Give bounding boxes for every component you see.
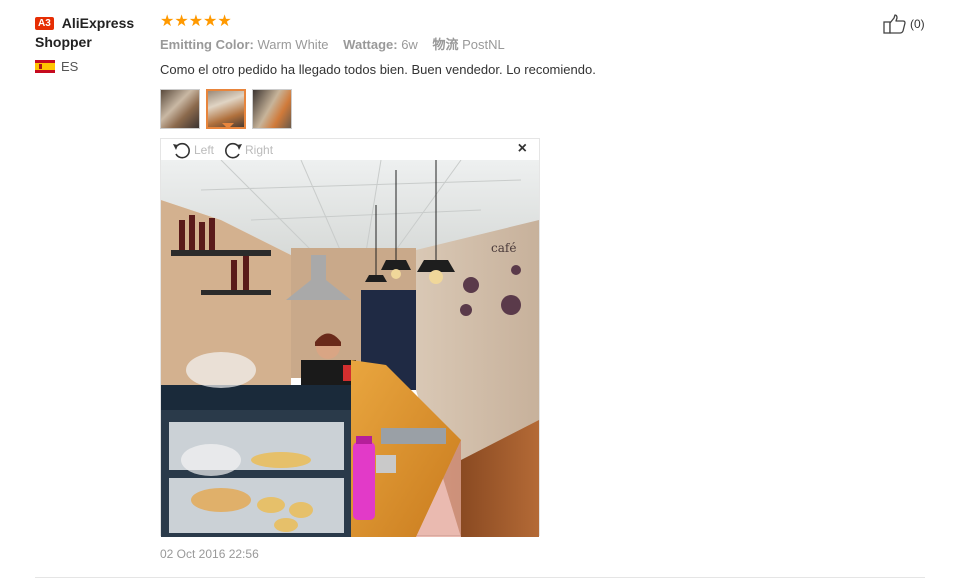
review-thumbnail-1[interactable] [160, 89, 200, 129]
svg-text:café: café [491, 241, 516, 255]
review-thumbnail-3[interactable] [252, 89, 292, 129]
attr-key-wattage: Wattage: [343, 37, 398, 52]
rotate-right-button[interactable]: Right [222, 140, 273, 160]
attr-value-color: Warm White [257, 37, 329, 52]
helpful-button[interactable]: (0) [883, 14, 925, 34]
rotate-left-label: Left [194, 142, 215, 157]
thumbs-up-icon [883, 14, 906, 34]
helpful-count: (0) [910, 17, 925, 31]
attr-value-wattage: 6w [401, 37, 418, 52]
spain-flag-icon [35, 60, 55, 73]
image-viewer-toolbar: Left Right × [161, 139, 539, 160]
review-date: 02 Oct 2016 22:56 [160, 547, 259, 561]
attr-value-shipping: PostNL [462, 37, 505, 52]
rotate-right-label: Right [245, 142, 274, 157]
cafe-photo-image: café [161, 160, 539, 537]
star-rating: ★★★★★ [160, 13, 232, 30]
attr-key-color: Emitting Color: [160, 37, 254, 52]
review-photo: café [161, 160, 539, 537]
reviewer-name-line1: AliExpress [61, 15, 135, 31]
reviewer-info: A3 AliExpress Shopper ES [35, 14, 155, 74]
review-body: ★★★★★ Emitting Color: Warm White Wattage… [160, 13, 860, 561]
reviewer-name-line2: Shopper [35, 34, 92, 50]
review-attributes: Emitting Color: Warm White Wattage: 6w 物… [160, 37, 860, 53]
rotate-left-icon [173, 142, 190, 158]
close-viewer-button[interactable]: × [518, 141, 527, 157]
rotate-right-icon [225, 142, 243, 158]
rotate-left-button[interactable]: Left [171, 140, 214, 160]
review-text: Como el otro pedido ha llegado todos bie… [160, 62, 596, 77]
image-viewer: Left Right × café [160, 138, 540, 537]
reviewer-header: A3 AliExpress [35, 14, 155, 33]
reviewer-country: ES [35, 59, 155, 74]
review-thumbnails [160, 89, 860, 129]
review-divider [35, 577, 925, 578]
attr-key-shipping: 物流 [432, 37, 459, 52]
country-code: ES [61, 59, 79, 74]
review-thumbnail-2[interactable] [206, 89, 246, 129]
buyer-level-badge: A3 [35, 17, 54, 30]
